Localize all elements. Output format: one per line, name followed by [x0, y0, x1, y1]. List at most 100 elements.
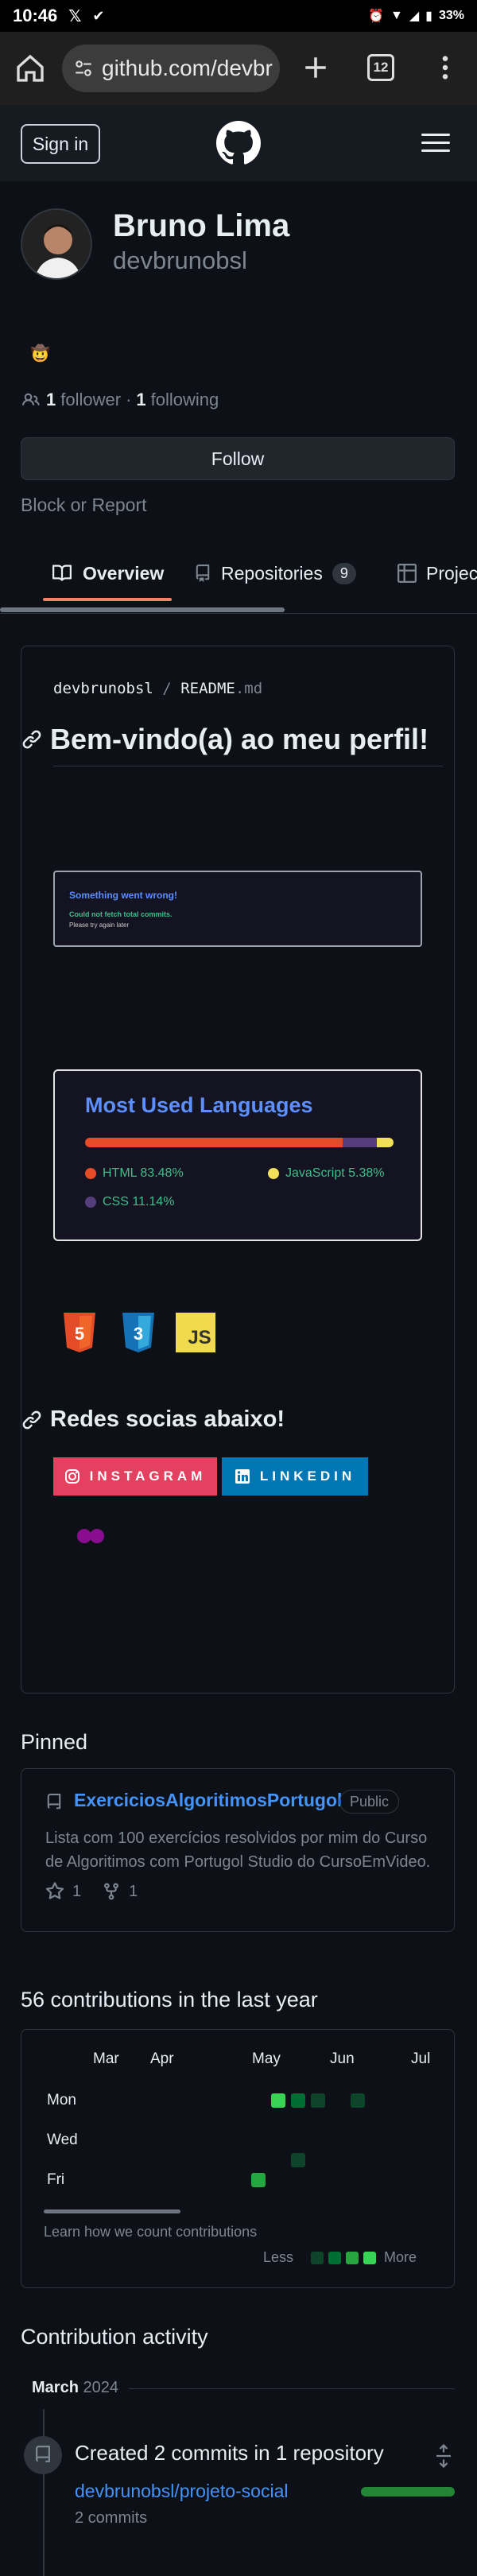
contribution-cell[interactable]	[251, 2173, 266, 2187]
legend-css: CSS 11.14%	[85, 1195, 174, 1209]
activity-year: 2024	[83, 2379, 118, 2396]
followers-line: 1 follower · 1 following	[21, 390, 219, 410]
anchor-link-icon[interactable]	[21, 1410, 42, 1430]
readme-ext: .md	[235, 680, 263, 697]
readme-user[interactable]: devbrunobsl	[53, 680, 153, 697]
legend-html-label: HTML 83.48%	[103, 1166, 184, 1180]
linkedin-badge[interactable]: LINKEDIN	[222, 1457, 368, 1496]
commit-icon	[24, 2436, 62, 2474]
separator: ·	[126, 390, 132, 409]
book-icon	[52, 564, 72, 581]
month-label: Mar	[93, 2050, 119, 2067]
tab-projects-label: Projects	[426, 562, 477, 584]
graph-scrollbar[interactable]	[44, 2209, 180, 2213]
home-icon[interactable]	[14, 52, 46, 84]
legend-cell	[346, 2251, 359, 2264]
stars-link[interactable]: 1	[45, 1882, 81, 1901]
error-line1: Could not fetch total commits.	[69, 910, 173, 918]
tabs-scrollbar[interactable]	[0, 607, 285, 612]
block-report-link[interactable]: Block or Report	[21, 495, 147, 516]
battery-icon: ▮	[425, 10, 432, 23]
month-label: Jun	[330, 2050, 355, 2067]
tab-overview-label: Overview	[83, 562, 165, 584]
pinned-title: Pinned	[21, 1730, 88, 1754]
contribution-cell[interactable]	[291, 2093, 305, 2108]
tab-repositories[interactable]: Repositories 9	[194, 549, 356, 598]
instagram-label: INSTAGRAM	[89, 1468, 207, 1484]
browser-toolbar: github.com/devbr 12	[0, 32, 477, 105]
day-label: Wed	[47, 2132, 78, 2148]
language-segment-css	[342, 1138, 378, 1147]
activity-repo-link[interactable]: devbrunobsl/projeto-social	[75, 2481, 289, 2502]
timeline-line	[43, 2409, 45, 2576]
profile-name: Bruno Lima	[113, 208, 290, 243]
tab-repositories-label: Repositories	[221, 562, 323, 584]
followers-label[interactable]: follower	[60, 390, 121, 410]
day-label: Fri	[47, 2171, 65, 2188]
language-segment-javascript	[377, 1138, 394, 1147]
legend-javascript-label: JavaScript 5.38%	[285, 1166, 385, 1180]
linkedin-icon	[235, 1469, 250, 1484]
people-icon	[22, 393, 40, 405]
url-text: github.com/devbr	[102, 56, 273, 80]
following-count[interactable]: 1	[136, 390, 145, 410]
contribution-cell[interactable]	[271, 2093, 285, 2108]
css3-icon: 3	[118, 1313, 158, 1352]
following-label[interactable]: following	[151, 390, 219, 410]
learn-contributions-link[interactable]: Learn how we count contributions	[44, 2224, 257, 2240]
activity-commit-count[interactable]: 2 commits	[75, 2509, 147, 2528]
contributions-title: 56 contributions in the last year	[21, 1988, 318, 2012]
social-heading: Redes socias abaixo!	[21, 1406, 285, 1433]
activity-title: Contribution activity	[21, 2325, 208, 2349]
languages-card[interactable]: Most Used Languages HTML 83.48% JavaScri…	[53, 1069, 422, 1241]
signal-icon: ◢	[409, 10, 420, 23]
activity-repo-bar	[361, 2487, 455, 2496]
avatar[interactable]	[21, 208, 92, 280]
profile-login: devbrunobsl	[113, 246, 247, 274]
linkedin-label: LINKEDIN	[259, 1468, 356, 1484]
contribution-cell[interactable]	[291, 2153, 305, 2167]
anchor-link-icon[interactable]	[21, 729, 42, 750]
javascript-icon-label: JS	[188, 1327, 211, 1348]
month-divider	[129, 2388, 455, 2389]
legend-javascript: JavaScript 5.38%	[268, 1166, 385, 1181]
activity-month: March 2024	[32, 2379, 118, 2397]
hamburger-menu-icon[interactable]	[421, 132, 450, 154]
html5-icon-label: 5	[75, 1324, 84, 1344]
legend-cell	[328, 2251, 342, 2264]
status-bar: 10:46 𝕏 ✔ ⏰ ▼ ◢ ▮ 33%	[0, 0, 477, 32]
tab-projects[interactable]: Projects	[398, 549, 477, 598]
expand-icon[interactable]	[434, 2444, 453, 2468]
status-emoji[interactable]: 🤠	[30, 343, 50, 363]
github-logo-icon[interactable]	[216, 121, 261, 165]
github-header: Sign in	[0, 105, 477, 181]
error-title: Something went wrong!	[69, 890, 177, 901]
pinned-repo-stats: 1 1	[45, 1882, 138, 1901]
github-stats-card[interactable]: Something went wrong! Could not fetch to…	[53, 871, 422, 947]
tab-switcher-button[interactable]: 12	[367, 54, 394, 81]
error-line2: Please try again later	[69, 921, 130, 929]
month-label: Apr	[150, 2050, 174, 2067]
follow-button[interactable]: Follow	[21, 437, 455, 480]
table-icon	[398, 564, 417, 583]
followers-count[interactable]: 1	[46, 390, 56, 410]
address-bar[interactable]: github.com/devbr	[62, 45, 280, 92]
readme-file: README	[180, 680, 235, 697]
site-settings-icon[interactable]	[73, 58, 94, 79]
social-heading-text: Redes socias abaixo!	[50, 1406, 285, 1432]
new-tab-icon[interactable]	[302, 54, 329, 81]
instagram-badge[interactable]: INSTAGRAM	[53, 1457, 217, 1496]
language-segment-html	[85, 1138, 343, 1147]
contribution-cell[interactable]	[311, 2093, 325, 2108]
forks-link[interactable]: 1	[102, 1882, 138, 1901]
more-menu-icon[interactable]	[440, 54, 450, 81]
tab-overview[interactable]: Overview	[51, 549, 164, 598]
pinned-repo-link[interactable]: ExerciciosAlgoritimosPortugol	[74, 1790, 342, 1811]
readme-path: devbrunobsl / README.md	[53, 680, 262, 697]
fork-icon	[104, 1883, 119, 1900]
legend-cell	[311, 2251, 324, 2264]
pinned-card: ExerciciosAlgoritimosPortugol Public Lis…	[21, 1768, 455, 1932]
contribution-cell[interactable]	[351, 2093, 365, 2108]
signin-button[interactable]: Sign in	[21, 124, 100, 164]
languages-bar	[85, 1138, 394, 1147]
